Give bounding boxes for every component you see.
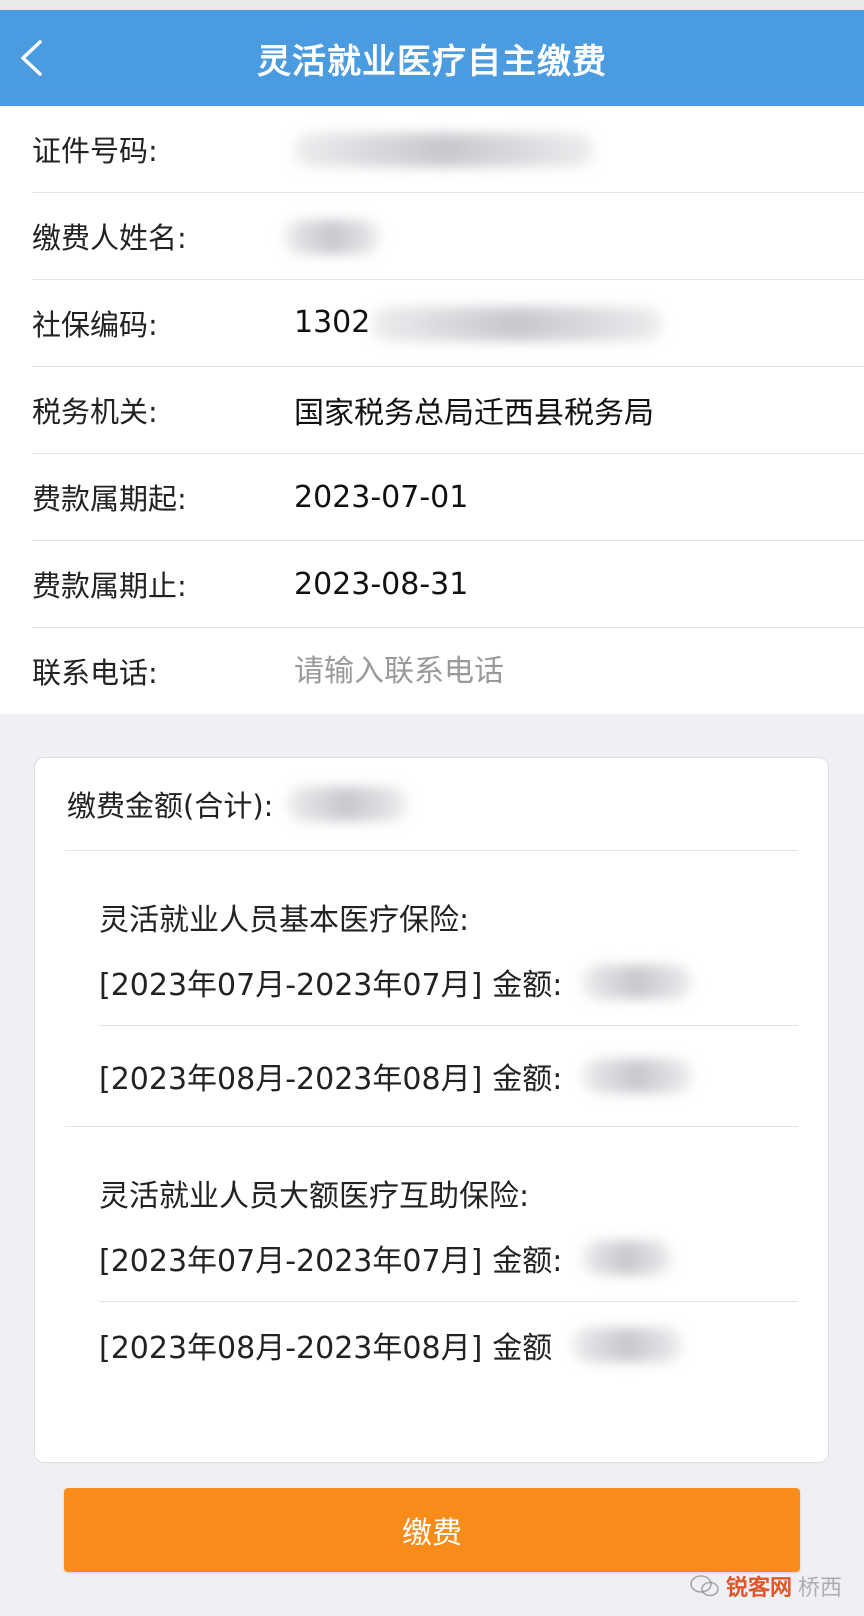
redacted-amount bbox=[582, 1241, 673, 1275]
contact-phone-label: 联系电话: bbox=[32, 656, 158, 690]
row-contact-phone: 联系电话: bbox=[32, 628, 864, 714]
payment-form: 证件号码: 缴费人姓名: 社保编码: 1302 税务机关: 国家税务总局迁西县税… bbox=[0, 106, 864, 714]
row-social-code: 社保编码: 1302 bbox=[32, 280, 864, 367]
basic-insurance-line: [2023年08月-2023年08月] 金额: bbox=[99, 1026, 798, 1126]
basic-insurance-title: 灵活就业人员基本医疗保险: bbox=[99, 903, 470, 938]
basic-insurance-section: 灵活就业人员基本医疗保险: [2023年07月-2023年07月] 金额: [2… bbox=[65, 851, 798, 1127]
major-insurance-section: 灵活就业人员大额医疗互助保险: [2023年07月-2023年07月] 金额: … bbox=[65, 1127, 798, 1388]
payment-summary-card: 缴费金额(合计): 灵活就业人员基本医疗保险: [2023年07月-2023年0… bbox=[34, 757, 829, 1463]
app-header: 灵活就业医疗自主缴费 bbox=[0, 10, 864, 106]
chevron-left-icon bbox=[21, 40, 42, 76]
redacted-total-amount bbox=[287, 787, 408, 821]
period-end-value: 2023-08-31 bbox=[294, 566, 469, 602]
line-period: [2023年07月-2023年07月] bbox=[99, 968, 483, 1003]
page-title: 灵活就业医疗自主缴费 bbox=[257, 41, 607, 82]
basic-insurance-line: [2023年07月-2023年07月] 金额: bbox=[99, 939, 798, 1026]
pay-button[interactable]: 缴费 bbox=[64, 1488, 800, 1572]
line-amount-label: 金额: bbox=[492, 1244, 563, 1279]
total-label: 缴费金额(合计): bbox=[67, 789, 274, 823]
line-period: [2023年08月-2023年08月] bbox=[99, 1062, 483, 1097]
line-amount-label: 金额 bbox=[492, 1331, 553, 1366]
watermark-brand: 锐客网 bbox=[725, 1576, 792, 1601]
period-start-value: 2023-07-01 bbox=[294, 479, 469, 515]
total-row: 缴费金额(合计): bbox=[65, 758, 798, 851]
major-insurance-line: [2023年07月-2023年07月] 金额: bbox=[99, 1215, 798, 1302]
watermark: 锐客网 桥西 bbox=[690, 1570, 842, 1602]
redacted-social-code bbox=[372, 306, 663, 341]
payer-name-label: 缴费人姓名: bbox=[32, 221, 187, 255]
line-period: [2023年07月-2023年07月] bbox=[99, 1244, 483, 1279]
redacted-amount bbox=[582, 965, 693, 999]
tax-office-value: 国家税务总局迁西县税务局 bbox=[294, 396, 654, 431]
line-period: [2023年08月-2023年08月] bbox=[99, 1331, 483, 1366]
period-start-label: 费款属期起: bbox=[32, 482, 187, 516]
tax-office-label: 税务机关: bbox=[32, 395, 158, 429]
contact-phone-input[interactable] bbox=[294, 653, 774, 689]
line-amount-label: 金额: bbox=[492, 1062, 563, 1097]
major-insurance-line: [2023年08月-2023年08月] 金额 bbox=[99, 1302, 798, 1388]
line-amount-label: 金额: bbox=[492, 968, 563, 1003]
row-payer-name: 缴费人姓名: bbox=[32, 193, 864, 280]
row-period-start: 费款属期起: 2023-07-01 bbox=[32, 454, 864, 541]
wechat-icon bbox=[690, 1575, 719, 1597]
status-strip bbox=[0, 0, 864, 10]
period-end-label: 费款属期止: bbox=[32, 569, 187, 603]
redacted-payer-name bbox=[284, 219, 380, 254]
redacted-id-number bbox=[294, 132, 594, 167]
redacted-amount bbox=[572, 1328, 683, 1362]
payer-name-value bbox=[284, 218, 380, 254]
row-id-number: 证件号码: bbox=[32, 106, 864, 193]
id-number-label: 证件号码: bbox=[32, 134, 158, 168]
social-code-value: 1302 bbox=[294, 305, 663, 341]
row-tax-office: 税务机关: 国家税务总局迁西县税务局 bbox=[32, 367, 864, 454]
social-code-prefix: 1302 bbox=[294, 305, 371, 341]
social-code-label: 社保编码: bbox=[32, 308, 158, 342]
id-number-value bbox=[294, 131, 594, 167]
watermark-text: 桥西 bbox=[797, 1576, 842, 1601]
row-period-end: 费款属期止: 2023-08-31 bbox=[32, 541, 864, 628]
redacted-amount bbox=[582, 1059, 693, 1093]
back-button[interactable] bbox=[18, 10, 78, 106]
major-insurance-title: 灵活就业人员大额医疗互助保险: bbox=[99, 1179, 530, 1214]
